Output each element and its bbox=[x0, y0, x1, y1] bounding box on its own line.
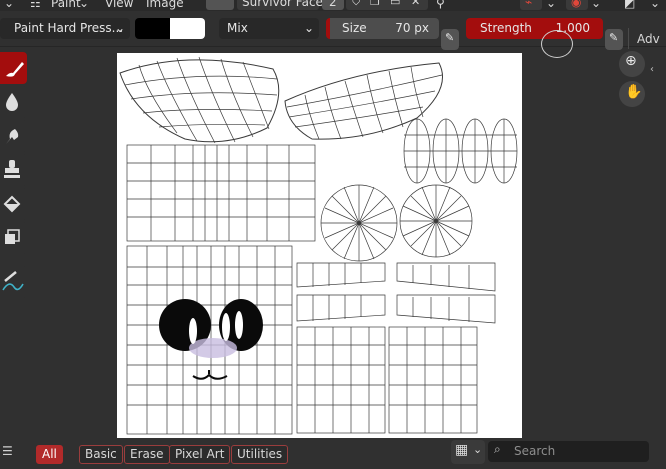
curve-icon: ⌁ bbox=[525, 0, 533, 9]
uv-wing-left bbox=[119, 56, 280, 144]
brush-icon bbox=[6, 62, 24, 77]
uv-leaves bbox=[403, 118, 518, 184]
image-editor-header: ⌄ ☷ Paint ⌄ View Image Survivor Face 2 ⛉… bbox=[0, 0, 666, 11]
image-actions-group[interactable]: ⛉ ❐ ▭ ✕ bbox=[346, 0, 428, 10]
pen-pressure-icon: ✎ bbox=[445, 31, 455, 44]
tool-mask[interactable] bbox=[0, 222, 27, 254]
menu-image[interactable]: Image bbox=[146, 0, 184, 10]
brush-chevron-icon: ⌄ bbox=[114, 21, 125, 35]
tab-pixel-art[interactable]: Pixel Art bbox=[169, 445, 231, 464]
display-mode-button[interactable]: ▦ ⌄ bbox=[451, 440, 485, 464]
image-browse-button[interactable] bbox=[206, 0, 234, 10]
tool-annotate[interactable] bbox=[0, 266, 27, 298]
tab-erase[interactable]: Erase bbox=[124, 445, 170, 464]
tab-basic[interactable]: Basic bbox=[79, 445, 123, 464]
image-users-count: 2 bbox=[322, 0, 344, 10]
blend-mode-dropdown[interactable]: Mix ⌄ bbox=[219, 18, 319, 39]
tab-utilities[interactable]: Utilities bbox=[231, 445, 289, 464]
image-canvas[interactable] bbox=[117, 53, 522, 438]
mode-menu[interactable]: Paint bbox=[51, 0, 81, 10]
image-name-field[interactable]: Survivor Face bbox=[237, 0, 323, 10]
pan-button[interactable]: ✋ bbox=[619, 81, 645, 107]
mask-icon bbox=[5, 229, 20, 244]
overlay-chevron-icon[interactable]: ⌄ bbox=[591, 0, 601, 10]
size-value: 70 px bbox=[395, 21, 429, 35]
grid-chevron-icon: ⌄ bbox=[473, 443, 483, 456]
pin-icon[interactable]: ⚲ bbox=[436, 0, 445, 10]
primary-color-swatch[interactable] bbox=[135, 18, 170, 39]
uv-chevron-icon[interactable]: ⌄ bbox=[546, 0, 556, 10]
search-field[interactable]: ⌕ Search bbox=[488, 441, 649, 462]
zoom-icon: ⊕ bbox=[625, 53, 637, 69]
color-swatches[interactable] bbox=[135, 18, 205, 39]
navigation-gizmo: ⊕ ✋ bbox=[618, 50, 648, 114]
shield-icon[interactable]: ⛉ bbox=[352, 0, 360, 9]
tool-fill[interactable] bbox=[0, 188, 27, 220]
brush-cursor bbox=[541, 30, 573, 58]
uv-grid-top bbox=[126, 144, 316, 242]
mode-chevron-icon: ⌄ bbox=[79, 0, 90, 10]
secondary-color-swatch[interactable] bbox=[170, 18, 205, 39]
blend-mode-value: Mix bbox=[227, 21, 248, 35]
search-icon: ⌕ bbox=[494, 442, 501, 456]
new-image-icon[interactable]: ▭ bbox=[390, 0, 400, 8]
tool-clone[interactable] bbox=[0, 154, 27, 186]
strength-label: Strength bbox=[480, 21, 532, 35]
uv-strips bbox=[296, 262, 496, 324]
uv-sync-button[interactable]: ⌁ bbox=[520, 0, 542, 10]
uv-circle-right bbox=[399, 184, 473, 258]
tool-smear[interactable] bbox=[0, 120, 27, 152]
uv-wing-right bbox=[284, 62, 443, 140]
menu-view[interactable]: View bbox=[105, 0, 133, 10]
grid-icon: ▦ bbox=[455, 442, 469, 458]
blend-chevron-icon: ⌄ bbox=[303, 21, 314, 35]
uv-bottom-grids bbox=[296, 326, 478, 434]
tool-soften[interactable] bbox=[0, 86, 27, 118]
strength-slider[interactable]: Strength 1.000 bbox=[466, 18, 603, 39]
sidebar-toggle-icon[interactable]: ‹ bbox=[650, 64, 654, 75]
duplicate-icon[interactable]: ❐ bbox=[370, 0, 380, 8]
paint-mode-icon: ☷ bbox=[30, 0, 41, 10]
bucket-icon bbox=[3, 195, 21, 213]
advanced-menu[interactable]: Adv bbox=[637, 32, 660, 46]
tool-shelf bbox=[0, 52, 28, 300]
stamp-icon bbox=[4, 160, 20, 178]
annotate-icon bbox=[2, 271, 24, 291]
hand-icon: ✋ bbox=[625, 84, 643, 100]
separator bbox=[628, 28, 629, 49]
channels-chevron-icon[interactable]: ⌄ bbox=[650, 0, 660, 10]
zoom-button[interactable]: ⊕ bbox=[619, 51, 645, 77]
smear-icon bbox=[6, 129, 19, 144]
overlay-icon: ◉ bbox=[571, 0, 582, 9]
drop-icon bbox=[6, 93, 18, 111]
tab-all[interactable]: All bbox=[36, 445, 63, 464]
size-slider[interactable]: Size 70 px bbox=[326, 18, 439, 39]
asset-shelf: ☰ All Basic Erase Pixel Art Utilities ▦ … bbox=[0, 440, 666, 469]
uv-layout bbox=[119, 56, 518, 435]
close-icon[interactable]: ✕ bbox=[411, 0, 420, 8]
display-channels-icon[interactable]: ◩ bbox=[624, 0, 635, 10]
size-label: Size bbox=[342, 21, 367, 35]
size-pressure-button[interactable]: ✎ bbox=[441, 29, 459, 50]
editor-icon[interactable]: ⌄ bbox=[4, 0, 14, 10]
search-placeholder: Search bbox=[514, 444, 556, 458]
tool-draw[interactable] bbox=[0, 52, 27, 84]
overlay-button[interactable]: ◉ bbox=[566, 0, 588, 10]
brush-selector[interactable]: Paint Hard Press... ⌄ bbox=[0, 18, 130, 39]
shelf-menu-icon[interactable]: ☰ bbox=[2, 444, 13, 458]
uv-circle-left bbox=[320, 184, 398, 262]
pen-pressure-icon-2: ✎ bbox=[609, 31, 619, 44]
brush-name: Paint Hard Press... bbox=[14, 21, 124, 35]
strength-pressure-button[interactable]: ✎ bbox=[605, 29, 623, 50]
